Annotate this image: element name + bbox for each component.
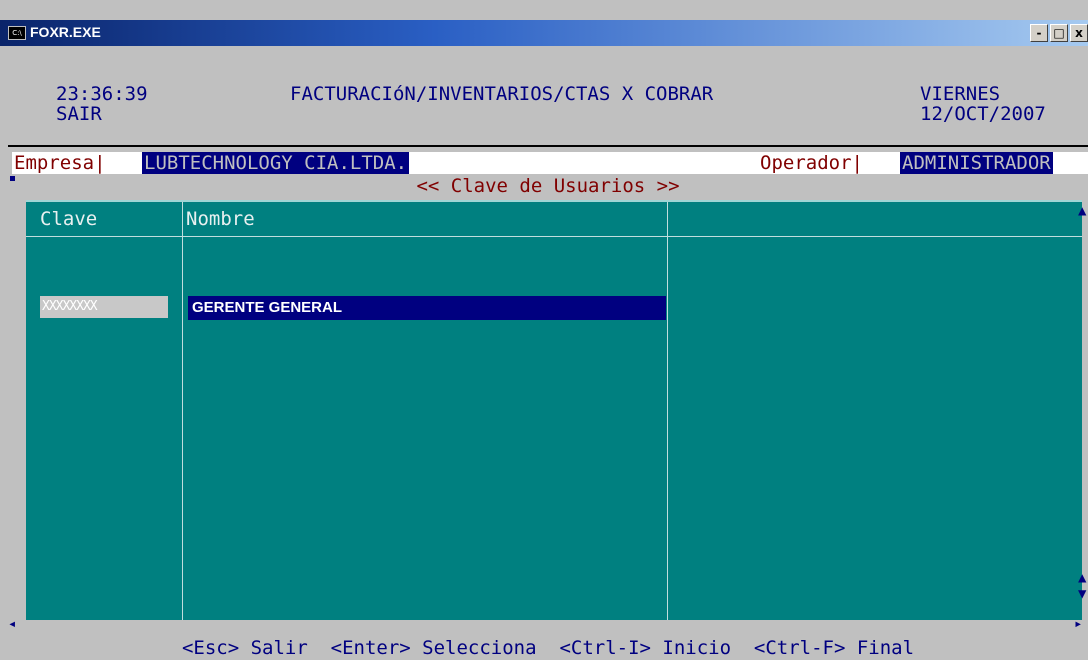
clock-time: 23:36:39: [56, 83, 148, 105]
operator-field[interactable]: ADMINISTRADOR: [900, 152, 1053, 174]
operator-label: Operador|: [760, 152, 863, 174]
scroll-right-arrow-icon[interactable]: ▸: [1074, 617, 1082, 631]
scroll-down-arrow-icon[interactable]: ▼: [1078, 587, 1086, 601]
column-header-nombre[interactable]: Nombre: [186, 208, 255, 230]
company-field[interactable]: LUBTECHNOLOGY CIA.LTDA.: [142, 152, 410, 174]
header-row-divider: [26, 236, 1082, 237]
scroll-up-arrow-icon[interactable]: ▲: [1078, 571, 1086, 585]
table-title: << Clave de Usuarios >>: [416, 175, 680, 197]
column-header-clave[interactable]: Clave: [40, 208, 97, 230]
close-icon[interactable]: x: [1070, 24, 1088, 42]
header-divider: [8, 145, 1088, 147]
users-grid[interactable]: Clave Nombre XXXXXXXX GERENTE GENERAL: [26, 200, 1082, 620]
column-divider: [182, 202, 183, 620]
password-cell[interactable]: XXXXXXXX: [40, 296, 168, 318]
window-title: FOXR.EXE: [30, 24, 101, 40]
column-divider: [667, 202, 668, 620]
company-label: Empresa|: [14, 152, 106, 174]
maximize-icon[interactable]: □: [1050, 24, 1068, 42]
user-code: SAIR: [56, 103, 102, 125]
name-cell[interactable]: GERENTE GENERAL: [188, 296, 666, 320]
window-controls: - □ x: [1030, 24, 1088, 42]
scroll-up-arrow-icon[interactable]: ▲: [1078, 204, 1086, 218]
weekday: VIERNES: [920, 83, 1001, 105]
scroll-left-arrow-icon[interactable]: ◂: [8, 617, 16, 631]
minimize-icon[interactable]: -: [1030, 24, 1048, 42]
key-hints-bar: <Esc> Salir <Enter> Selecciona <Ctrl-I> …: [181, 637, 915, 659]
system-title: FACTURACIóN/INVENTARIOS/CTAS X COBRAR: [290, 83, 714, 105]
console-area: 23:36:39 SAIR FACTURACIóN/INVENTARIOS/CT…: [8, 46, 1088, 660]
current-date: 12/OCT/2007: [920, 103, 1046, 125]
console-app-icon: C:\: [8, 26, 26, 40]
window-titlebar[interactable]: C:\ FOXR.EXE - □ x: [0, 20, 1088, 46]
